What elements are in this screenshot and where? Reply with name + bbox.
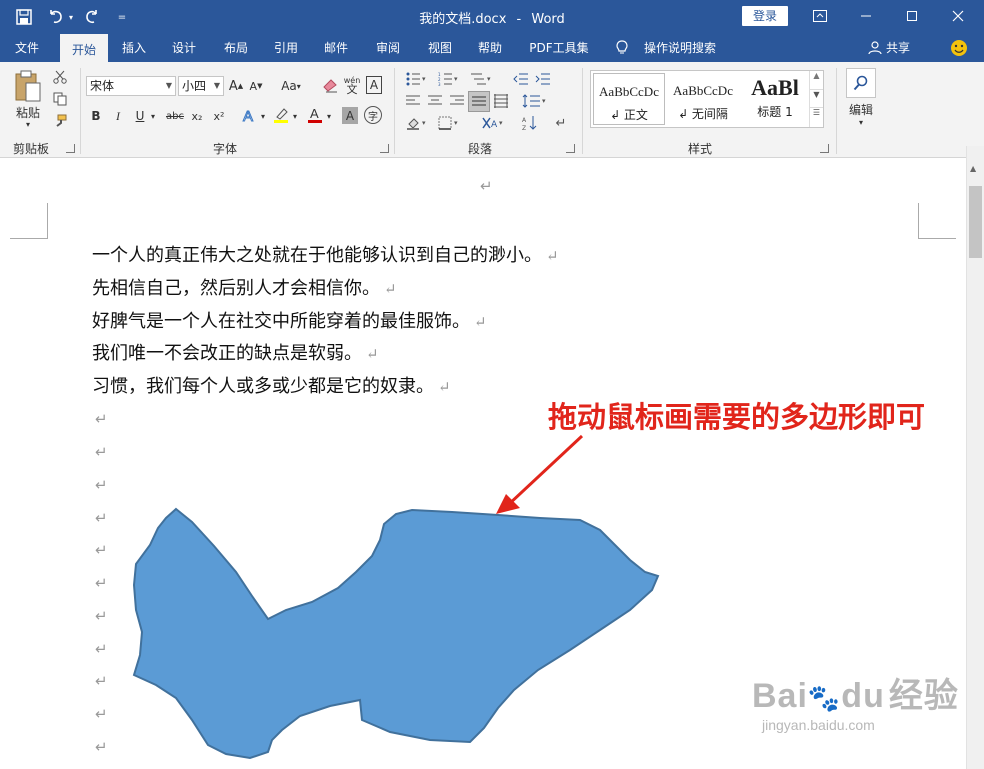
- freeform-polygon-shape[interactable]: [132, 507, 660, 760]
- annotation-callout: 拖动鼠标画需要的多边形即可: [548, 400, 926, 434]
- scroll-up-icon[interactable]: ▲: [970, 164, 976, 173]
- watermark-brand2: du: [841, 677, 885, 715]
- drawing-layer: [132, 434, 660, 760]
- scrollbar-thumb[interactable]: [969, 186, 982, 258]
- watermark-brand: Bai: [752, 677, 808, 715]
- vertical-scrollbar[interactable]: ▲: [966, 146, 984, 769]
- watermark-cn: 经验: [888, 677, 959, 715]
- annotation-arrow: [506, 434, 584, 507]
- paw-icon: 🐾: [807, 683, 842, 713]
- baidu-jingyan-watermark: Bai🐾du 经验 jingyan.baidu.com: [752, 668, 959, 733]
- watermark-url: jingyan.baidu.com: [762, 717, 875, 733]
